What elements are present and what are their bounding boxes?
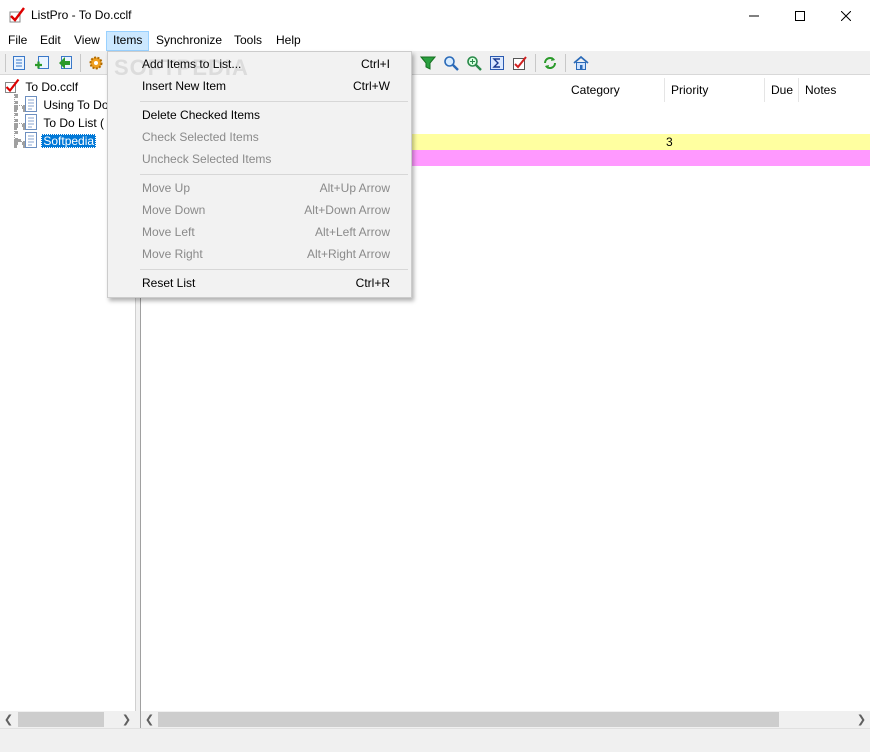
- maximize-button[interactable]: [777, 0, 823, 31]
- tree-item-label: Softpedia: [41, 134, 97, 148]
- import-button[interactable]: [56, 54, 74, 72]
- menu-uncheck-selected-items: Uncheck Selected Items: [142, 152, 272, 166]
- sum-icon: [490, 56, 504, 70]
- column-header-priority[interactable]: Priority: [665, 78, 765, 102]
- menu-items[interactable]: Items: [106, 31, 150, 51]
- toolbar-separator: [5, 54, 6, 72]
- title-bar: ListPro - To Do.cclf: [0, 0, 870, 31]
- menu-move-up: Move Up Alt+Up Arrow: [142, 181, 390, 195]
- scroll-thumb[interactable]: [158, 712, 779, 727]
- menu-separator: [140, 101, 408, 102]
- import-icon: [59, 56, 72, 69]
- search-button[interactable]: [442, 54, 460, 72]
- document-icon: [25, 132, 37, 148]
- new-list-button[interactable]: [10, 54, 28, 72]
- maximize-icon: [795, 10, 805, 21]
- close-button[interactable]: [823, 0, 869, 31]
- column-header-notes[interactable]: Notes: [799, 78, 870, 102]
- menu-delete-checked-items[interactable]: Delete Checked Items: [110, 104, 409, 126]
- column-header-category[interactable]: Category: [565, 78, 665, 102]
- add-list-button[interactable]: [33, 54, 51, 72]
- tree-item-using-to-do[interactable]: Using To Do: [24, 96, 111, 113]
- menu-move-left: Move Left Alt+Left Arrow: [142, 225, 390, 239]
- window-title: ListPro - To Do.cclf: [31, 8, 132, 22]
- menu-tools[interactable]: Tools: [228, 31, 268, 51]
- scroll-right-arrow-icon[interactable]: ❯: [853, 711, 870, 728]
- menu-bar: File Edit View Items Synchronize Tools H…: [0, 31, 870, 51]
- check-edit-icon: [513, 56, 527, 70]
- refresh-icon: [544, 57, 556, 69]
- column-header-due[interactable]: Due: [765, 78, 799, 102]
- menu-separator: [140, 174, 408, 175]
- minimize-button[interactable]: [731, 0, 777, 31]
- items-dropdown-menu: Add Items to List... Ctrl+I Insert New I…: [107, 51, 412, 298]
- zoom-icon: [467, 56, 482, 71]
- filter-button[interactable]: [419, 54, 437, 72]
- scroll-left-arrow-icon[interactable]: ❮: [0, 711, 17, 728]
- refresh-button[interactable]: [541, 54, 559, 72]
- priority-cell: 3: [666, 135, 673, 149]
- sum-button[interactable]: [488, 54, 506, 72]
- list-horizontal-scrollbar[interactable]: ❮ ❯: [141, 711, 870, 728]
- toolbar-separator: [80, 54, 81, 72]
- menu-move-right: Move Right Alt+Right Arrow: [142, 247, 390, 261]
- status-bar: [0, 728, 870, 752]
- tree-root-label: To Do.cclf: [25, 80, 79, 94]
- menu-reset-list[interactable]: Reset List Ctrl+R: [110, 272, 409, 294]
- scroll-right-arrow-icon[interactable]: ❯: [118, 711, 135, 728]
- add-list-icon: [35, 56, 49, 69]
- scroll-left-arrow-icon[interactable]: ❮: [141, 711, 158, 728]
- document-icon: [25, 114, 37, 130]
- tree-root[interactable]: To Do.cclf: [4, 78, 80, 95]
- minimize-icon: [749, 15, 759, 16]
- tree-connector: [14, 94, 18, 142]
- menu-synchronize[interactable]: Synchronize: [150, 31, 228, 51]
- scroll-thumb[interactable]: [18, 712, 104, 727]
- tree-horizontal-scrollbar[interactable]: ❮ ❯: [0, 711, 136, 728]
- menu-check-selected-items: Check Selected Items: [142, 130, 259, 144]
- new-list-icon: [13, 56, 25, 70]
- menu-file[interactable]: File: [2, 31, 33, 51]
- home-button[interactable]: [572, 54, 590, 72]
- menu-help[interactable]: Help: [270, 31, 307, 51]
- close-icon: [841, 10, 851, 21]
- document-icon: [25, 96, 37, 112]
- tree-item-label: To Do List (: [43, 116, 105, 130]
- tree-item-label: Using To Do: [43, 98, 109, 112]
- settings-button[interactable]: [87, 54, 105, 72]
- menu-view[interactable]: View: [68, 31, 106, 51]
- toolbar-separator: [535, 54, 536, 72]
- menu-edit[interactable]: Edit: [34, 31, 67, 51]
- softpedia-watermark: SOFTPEDIA: [114, 55, 249, 80]
- settings-gear-icon: [89, 56, 103, 70]
- tree-item-to-do-list[interactable]: To Do List (: [24, 114, 106, 131]
- toolbar-separator: [565, 54, 566, 72]
- menu-move-down: Move Down Alt+Down Arrow: [142, 203, 390, 217]
- filter-icon: [420, 56, 436, 70]
- tree-item-softpedia[interactable]: Softpedia: [24, 132, 97, 149]
- home-icon: [573, 55, 589, 70]
- list-file-icon: [5, 78, 20, 93]
- menu-separator: [140, 269, 408, 270]
- check-edit-button[interactable]: [511, 54, 529, 72]
- search-icon: [444, 56, 459, 71]
- app-checkmark-icon: [9, 7, 25, 23]
- zoom-button[interactable]: [465, 54, 483, 72]
